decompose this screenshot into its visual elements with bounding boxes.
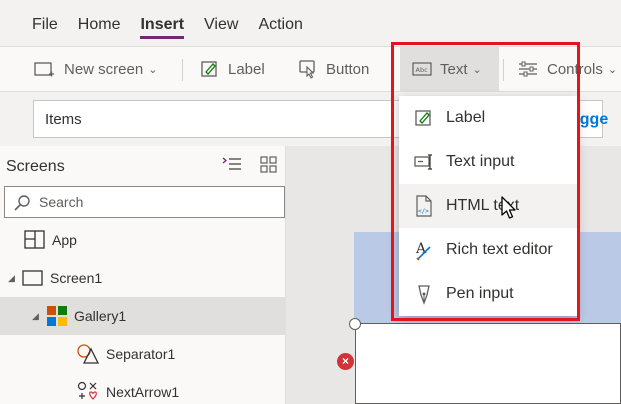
controls-dropdown-button[interactable]: Controls ⌄	[517, 47, 617, 91]
menu-item-label[interactable]: Label	[399, 96, 577, 140]
menu-item-text: Label	[446, 109, 486, 126]
ribbon-divider	[182, 59, 183, 81]
html-text-icon: </>	[416, 195, 432, 217]
tree-search-input[interactable]	[39, 192, 279, 212]
ribbon-divider	[503, 59, 504, 81]
tree-node-app[interactable]: App	[24, 221, 77, 259]
rich-text-icon: A	[415, 241, 431, 261]
chevron-down-icon: ⌄	[472, 63, 482, 76]
controls-button-text: Controls	[547, 60, 603, 78]
tree-node-label: App	[52, 232, 77, 248]
tree-view-tools	[222, 156, 277, 173]
gallery-control[interactable]	[355, 323, 621, 404]
button-click-icon	[299, 60, 315, 79]
menu-item-rich-text-editor[interactable]: A Rich text editor	[399, 228, 577, 272]
chevron-down-icon: ⌄	[148, 63, 158, 76]
svg-text:Abc: Abc	[416, 66, 429, 74]
list-view-icon[interactable]	[222, 156, 242, 172]
chevron-down-icon: ⌄	[607, 63, 618, 76]
text-dropdown-menu: Label Text input </> HTML text A Rich te…	[399, 96, 577, 316]
tree-node-nextarrow1[interactable]: NextArrow1	[76, 373, 179, 404]
svg-text:A: A	[415, 241, 427, 257]
menu-item-text: Pen input	[446, 285, 514, 302]
label-button-text: Label	[228, 60, 265, 78]
screen-icon	[22, 270, 43, 286]
menu-action[interactable]: Action	[258, 0, 302, 46]
search-icon	[14, 195, 30, 211]
tree-node-label: Gallery1	[74, 308, 127, 324]
new-screen-button[interactable]: New screen ⌄	[34, 47, 157, 91]
app-icon	[24, 230, 45, 249]
tree-node-screen1[interactable]: ◢ Screen1	[8, 259, 102, 297]
ribbon: New screen ⌄ Label Button Abc Text ⌄ Con…	[0, 46, 621, 92]
button-button[interactable]: Button	[298, 47, 369, 91]
caret-expanded-icon[interactable]: ◢	[8, 273, 22, 284]
text-abc-icon: Abc	[412, 62, 432, 76]
menu-item-pen-input[interactable]: Pen input	[399, 272, 577, 316]
new-screen-icon	[34, 62, 54, 77]
label-edit-icon	[201, 61, 217, 77]
tree-node-separator1[interactable]: Separator1	[76, 335, 175, 373]
caret-expanded-icon[interactable]: ◢	[32, 311, 46, 322]
label-edit-icon	[415, 110, 431, 126]
error-icon[interactable]: ×	[337, 353, 354, 370]
menu-file[interactable]: File	[32, 0, 58, 46]
property-name: Items	[45, 111, 82, 128]
resize-handle[interactable]	[349, 318, 361, 330]
tree-search-box	[4, 186, 285, 218]
pen-input-icon	[418, 285, 430, 305]
text-dropdown-button[interactable]: Abc Text ⌄	[400, 47, 499, 91]
grid-view-icon[interactable]	[260, 156, 277, 173]
text-input-icon	[414, 154, 432, 170]
menu-insert[interactable]: Insert	[140, 0, 184, 46]
tree-view-title: Screens	[6, 158, 65, 175]
label-button[interactable]: Label	[200, 47, 265, 91]
tree-node-label: Separator1	[106, 346, 176, 362]
menu-home[interactable]: Home	[78, 0, 121, 46]
menu-item-text: Text input	[446, 153, 515, 170]
tree-node-label: Screen1	[50, 270, 103, 286]
button-button-text: Button	[326, 60, 370, 78]
menu-item-text-input[interactable]: Text input	[399, 140, 577, 184]
menu-bar: File Home Insert View Action	[0, 0, 621, 46]
text-button-text: Text	[440, 60, 468, 78]
tree-node-gallery1[interactable]: ◢ Gallery1	[0, 297, 285, 335]
gallery-icon	[47, 306, 67, 326]
menu-item-text: Rich text editor	[446, 241, 553, 258]
controls-sliders-icon	[519, 61, 537, 77]
tree-node-label: NextArrow1	[106, 384, 180, 400]
mouse-cursor-icon	[501, 196, 516, 219]
tree-view-panel: Screens App ◢ Screen1 ◢ Gallery1 Separat…	[0, 146, 286, 404]
new-screen-label: New screen	[64, 60, 144, 78]
menu-item-html-text[interactable]: </> HTML text	[399, 184, 577, 228]
separator-shape-icon	[77, 344, 100, 364]
menu-view[interactable]: View	[204, 0, 238, 46]
svg-text:</>: </>	[418, 208, 429, 215]
icons-shape-icon	[77, 381, 97, 400]
